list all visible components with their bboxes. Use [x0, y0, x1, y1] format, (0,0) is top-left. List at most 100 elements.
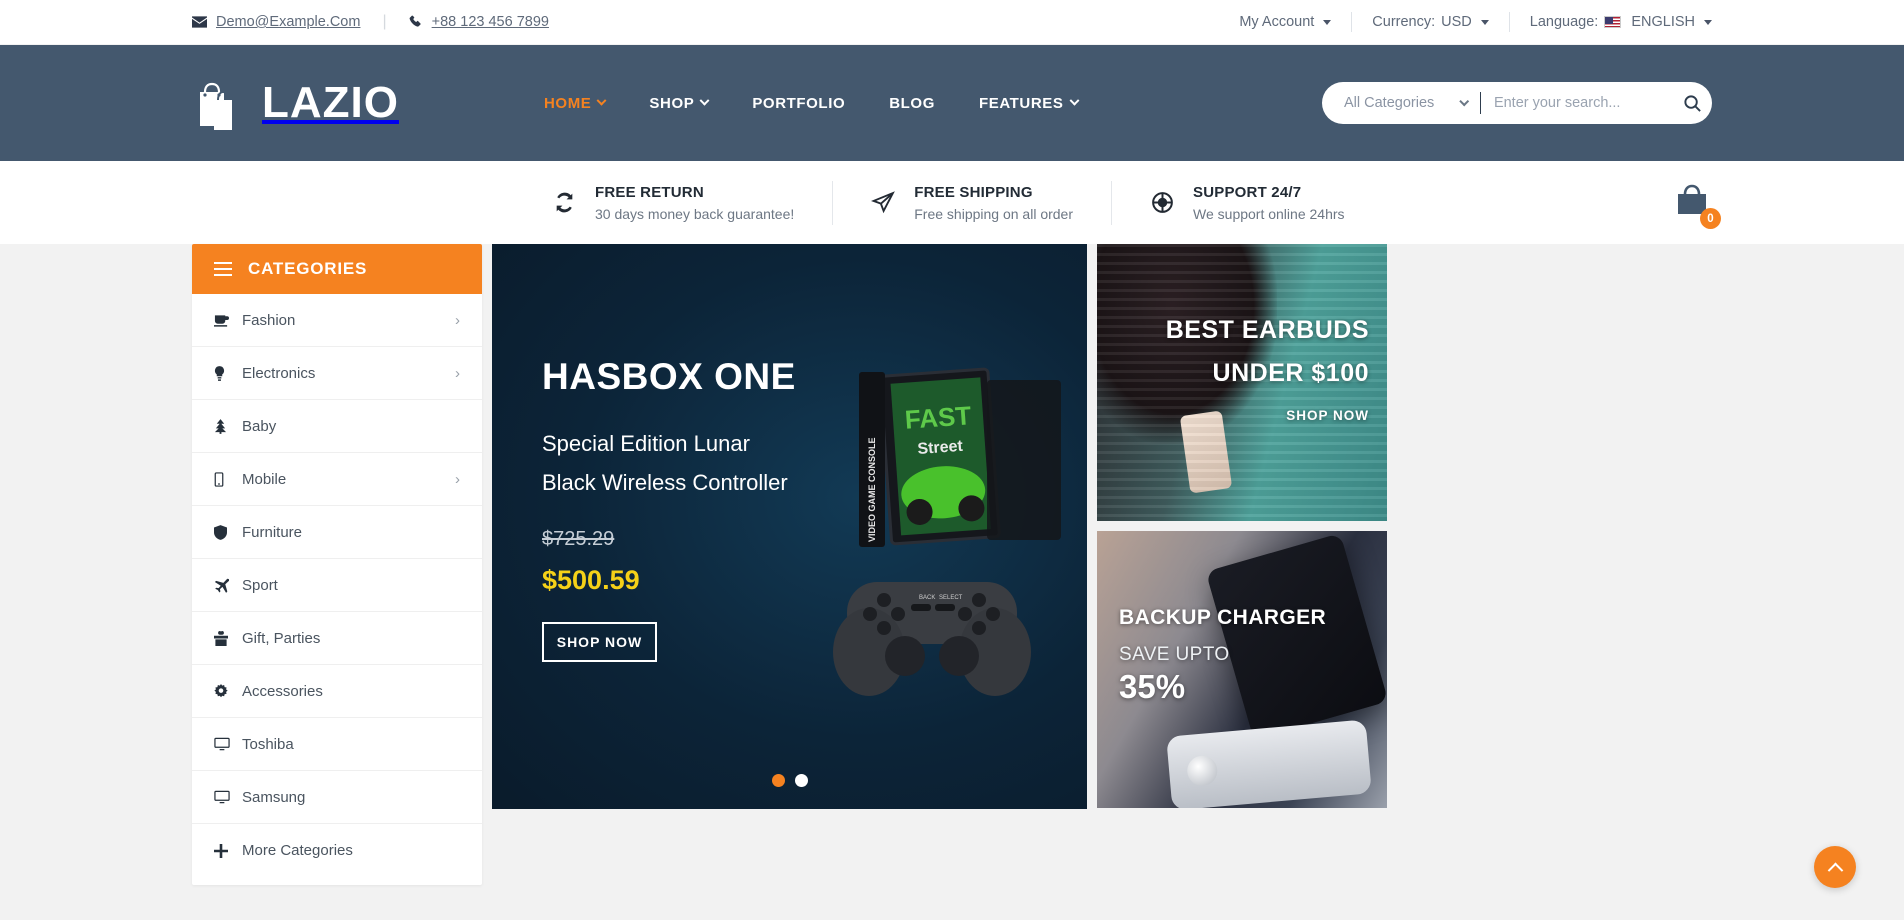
currency-dropdown[interactable]: Currency: USD — [1372, 14, 1489, 30]
cart-button[interactable]: 0 — [1672, 180, 1721, 229]
search-button[interactable] — [1681, 86, 1704, 120]
chevron-right-icon: › — [455, 470, 460, 488]
language-label: Language: — [1529, 14, 1599, 30]
sidebar-item-label: Furniture — [242, 523, 303, 541]
categories-list: Fashion › Electronics › Baby Mobile › Fu… — [192, 294, 482, 885]
nav-label: FEATURES — [978, 94, 1064, 112]
sidebar-item-mobile[interactable]: Mobile › — [192, 453, 482, 506]
service-title: SUPPORT 24/7 — [1193, 183, 1302, 201]
plane-icon — [214, 578, 236, 593]
divider — [1111, 180, 1113, 225]
sidebar-item-gift-parties[interactable]: Gift, Parties — [192, 612, 482, 665]
sidebar-item-label: Sport — [242, 576, 278, 594]
chevron-up-icon — [1827, 862, 1843, 878]
phone-icon — [214, 471, 236, 487]
service-free-return: FREE RETURN 30 days money back guarantee… — [552, 184, 832, 222]
hamburger-icon — [214, 261, 232, 277]
promo-line2: UNDER $100 — [1212, 359, 1369, 387]
search-category-select[interactable]: All Categories — [1344, 95, 1470, 111]
nav-item-features[interactable]: FEATURES — [957, 95, 1100, 112]
email-text: Demo@Example.Com — [216, 14, 361, 30]
cart-count-badge: 0 — [1700, 208, 1721, 229]
sidebar-item-fashion[interactable]: Fashion › — [192, 294, 482, 347]
game-console-product-image: FAST Street VIDEO GAME CONSOLE BACK SELE… — [739, 354, 1079, 754]
nav-label: HOME — [544, 94, 592, 112]
sidebar-item-accessories[interactable]: Accessories — [192, 665, 482, 718]
bulb-icon — [214, 365, 236, 381]
sidebar-item-furniture[interactable]: Furniture — [192, 506, 482, 559]
sidebar-item-more-categories[interactable]: More Categories — [192, 824, 482, 877]
paper-plane-icon — [871, 190, 896, 215]
promo-line1: BEST EARBUDS — [1165, 316, 1369, 344]
chevron-right-icon: › — [455, 364, 460, 382]
categories-sidebar: CATEGORIES Fashion › Electronics › Baby … — [192, 244, 482, 885]
sidebar-item-label: More Categories — [242, 842, 353, 859]
hero-slider[interactable]: HASBOX ONE Special Edition Lunar Black W… — [492, 244, 1087, 809]
nav-item-blog[interactable]: BLOG — [867, 95, 957, 112]
service-title: FREE SHIPPING — [914, 183, 1033, 201]
currency-label: Currency: — [1372, 14, 1436, 30]
svg-text:VIDEO GAME CONSOLE: VIDEO GAME CONSOLE — [867, 437, 877, 542]
nav-label: PORTFOLIO — [752, 94, 846, 112]
promo-shop-now-link[interactable]: SHOP NOW — [1166, 408, 1369, 423]
divider — [1480, 92, 1481, 114]
chevron-down-icon — [1459, 95, 1470, 106]
nav-item-home[interactable]: HOME — [522, 95, 627, 112]
categories-header[interactable]: CATEGORIES — [192, 244, 482, 294]
chevron-down-icon — [1480, 19, 1489, 25]
nav-label: SHOP — [649, 94, 695, 112]
sidebar-item-label: Electronics — [242, 364, 316, 382]
service-title: FREE RETURN — [595, 183, 704, 201]
search-bar: All Categories — [1322, 82, 1712, 124]
divider — [1508, 12, 1510, 32]
sidebar-item-label: Fashion — [242, 311, 296, 329]
service-subtitle: Free shipping on all order — [914, 205, 1074, 222]
sidebar-item-samsung[interactable]: Samsung — [192, 771, 482, 824]
svg-text:SELECT: SELECT — [939, 595, 963, 601]
nav-label: BLOG — [889, 94, 935, 112]
my-account-label: My Account — [1239, 14, 1315, 30]
language-dropdown[interactable]: Language: ENGLISH — [1530, 14, 1712, 30]
slider-dot-2[interactable] — [794, 774, 808, 787]
slider-dot-1[interactable] — [771, 774, 785, 787]
chevron-right-icon: › — [455, 311, 460, 329]
sidebar-item-sport[interactable]: Sport — [192, 559, 482, 612]
content-area: HASBOX ONE Special Edition Lunar Black W… — [482, 244, 1712, 885]
svg-text:Street: Street — [917, 438, 964, 458]
slider-dots — [771, 774, 808, 787]
search-input[interactable] — [1493, 95, 1681, 111]
nav-item-shop[interactable]: SHOP — [627, 95, 730, 112]
chevron-down-icon — [1069, 95, 1079, 106]
scroll-to-top-button[interactable] — [1814, 846, 1856, 888]
email-link[interactable]: Demo@Example.Com — [192, 14, 360, 30]
sidebar-item-label: Toshiba — [242, 735, 294, 753]
logo[interactable]: LAZIO — [192, 74, 522, 132]
svg-text:FAST: FAST — [904, 400, 972, 435]
language-value: ENGLISH — [1631, 14, 1695, 30]
nav-item-portfolio[interactable]: PORTFOLIO — [730, 95, 867, 112]
monitor-icon — [214, 737, 236, 751]
my-account-dropdown[interactable]: My Account — [1239, 14, 1332, 30]
sidebar-item-electronics[interactable]: Electronics › — [192, 347, 482, 400]
sidebar-item-label: Baby — [242, 417, 277, 435]
promo-banner-earbuds[interactable]: BEST EARBUDS UNDER $100 SHOP NOW — [1097, 244, 1387, 521]
refresh-icon — [552, 190, 577, 215]
top-bar: Demo@Example.Com | +88 123 456 7899 My A… — [0, 0, 1904, 45]
plus-icon — [214, 843, 236, 858]
sidebar-item-label: Samsung — [242, 788, 306, 806]
sidebar-item-toshiba[interactable]: Toshiba — [192, 718, 482, 771]
gift-icon — [214, 630, 236, 646]
site-header: LAZIO HOME SHOP PORTFOLIO BLOG FEATURES — [0, 45, 1904, 161]
gear-icon — [214, 684, 236, 698]
main-nav: HOME SHOP PORTFOLIO BLOG FEATURES — [522, 95, 1322, 112]
service-subtitle: 30 days money back guarantee! — [595, 205, 795, 222]
monitor-icon — [214, 790, 236, 804]
promo-banner-backup-charger[interactable]: BACKUP CHARGER SAVE UPTO 35% — [1097, 531, 1387, 808]
phone-link[interactable]: +88 123 456 7899 — [409, 14, 549, 30]
phone-text: +88 123 456 7899 — [431, 14, 549, 30]
hero-shop-now-button[interactable]: SHOP NOW — [542, 622, 657, 663]
envelope-icon — [192, 16, 207, 28]
svg-text:BACK: BACK — [919, 595, 935, 601]
sidebar-item-baby[interactable]: Baby — [192, 400, 482, 453]
divider — [1351, 12, 1353, 32]
